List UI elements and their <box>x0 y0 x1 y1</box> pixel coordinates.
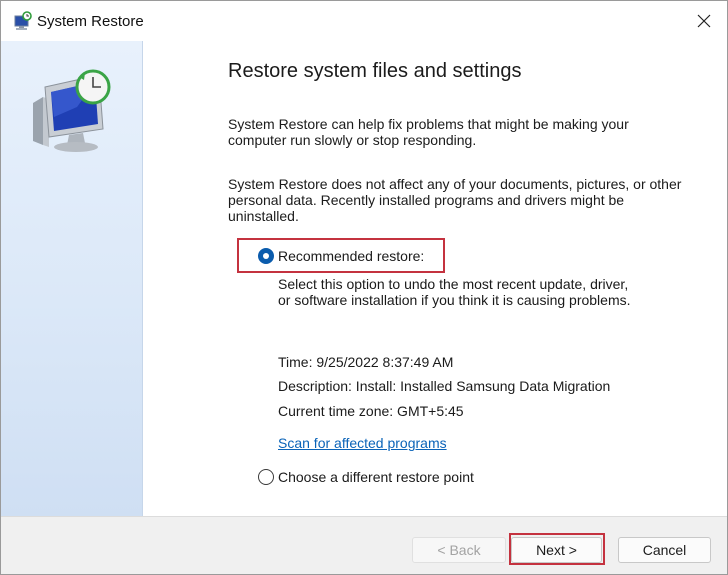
next-button[interactable]: Next > <box>511 537 602 563</box>
intro-text: System Restore can help fix problems tha… <box>228 116 629 148</box>
recommended-restore-option[interactable]: Recommended restore: <box>258 248 424 264</box>
restore-timezone: Current time zone: GMT+5:45 <box>278 403 464 419</box>
cancel-button[interactable]: Cancel <box>618 537 711 563</box>
back-button[interactable]: < Back <box>412 537 506 563</box>
disclaimer-text: System Restore does not affect any of yo… <box>228 176 682 224</box>
main-content: Restore system files and settings System… <box>142 41 727 516</box>
different-restore-label: Choose a different restore point <box>278 469 474 485</box>
system-restore-window: System Restore Restore system files and … <box>0 0 728 575</box>
different-restore-option[interactable]: Choose a different restore point <box>258 469 474 485</box>
close-icon <box>697 14 711 28</box>
close-button[interactable] <box>681 1 727 41</box>
scan-affected-programs-link[interactable]: Scan for affected programs <box>278 435 447 451</box>
recommended-restore-radio[interactable] <box>258 248 274 264</box>
restore-time: Time: 9/25/2022 8:37:49 AM <box>278 354 454 370</box>
recommended-description: Select this option to undo the most rece… <box>278 276 631 308</box>
restore-description: Description: Install: Installed Samsung … <box>278 378 611 394</box>
recommended-restore-label: Recommended restore: <box>278 248 425 264</box>
sidebar-panel <box>1 41 143 516</box>
system-restore-monitor-icon <box>33 69 111 152</box>
page-title: Restore system files and settings <box>228 60 522 82</box>
window-title: System Restore <box>37 13 144 30</box>
system-restore-icon <box>14 11 32 30</box>
different-restore-radio[interactable] <box>258 469 274 485</box>
title-bar[interactable]: System Restore <box>1 1 727 41</box>
button-bar: < Back Next > Cancel <box>1 516 727 574</box>
